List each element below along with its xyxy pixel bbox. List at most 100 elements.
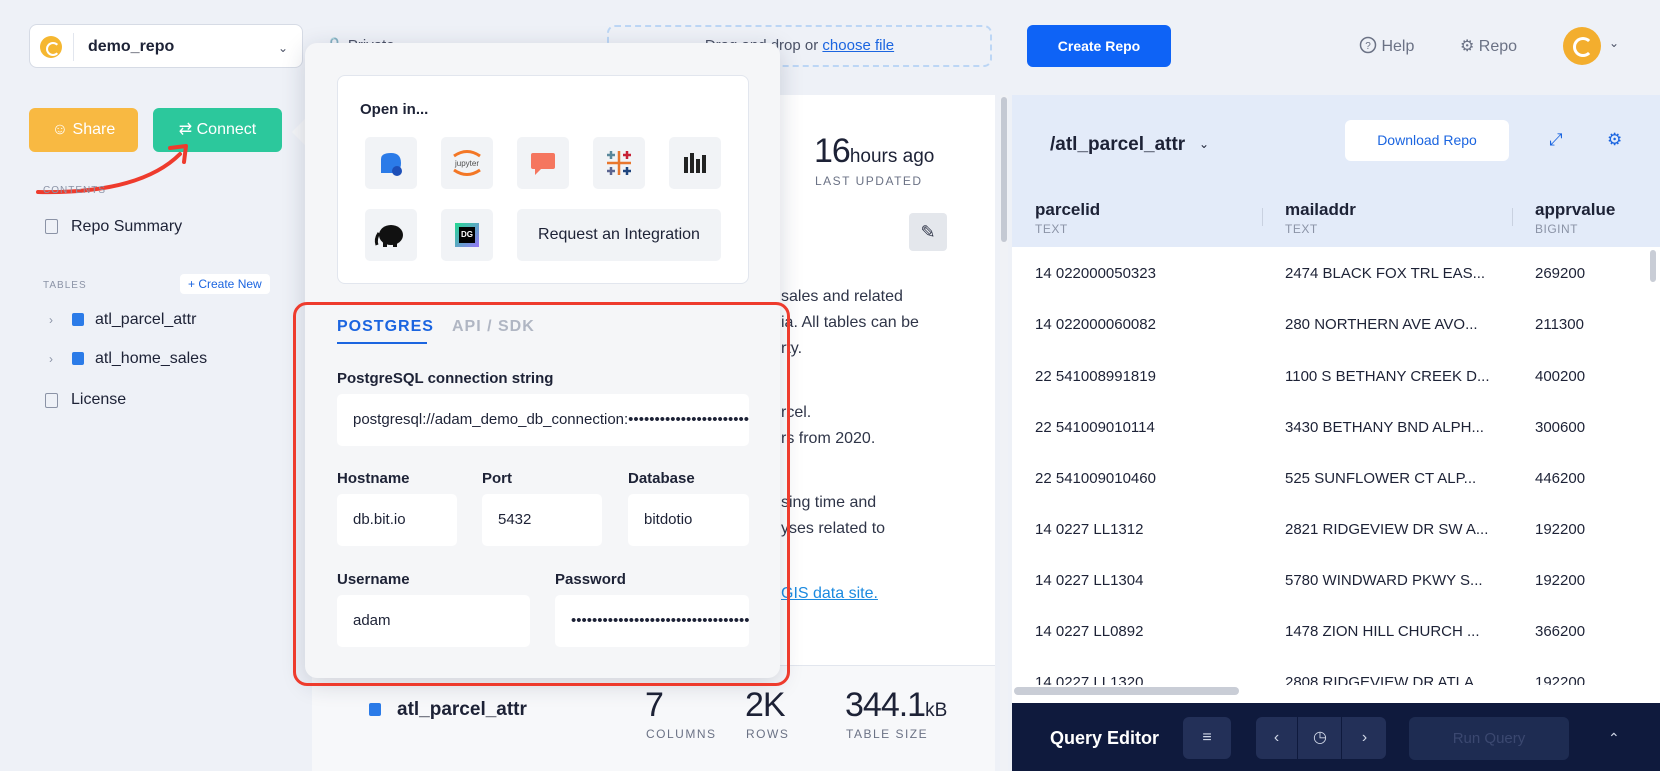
table-cell[interactable]: 211300 — [1535, 316, 1584, 333]
table-cell[interactable]: 3430 BETHANY BND ALPH... — [1285, 419, 1484, 436]
tableau-integration[interactable] — [593, 137, 645, 189]
repo-settings-link[interactable]: ⚙ Repo — [1460, 36, 1517, 56]
table-cell[interactable]: 14 0227 LL0892 — [1035, 623, 1143, 640]
last-updated-unit: hours ago — [849, 146, 935, 167]
description-line: yses related to — [781, 520, 886, 537]
powerbi-icon — [684, 153, 706, 173]
divider — [73, 33, 74, 61]
chevron-down-icon[interactable]: ⌄ — [1609, 36, 1619, 50]
edit-pencil-button[interactable]: ✎ — [909, 213, 947, 251]
horizontal-scrollbar[interactable] — [1014, 687, 1239, 695]
format-query-button[interactable]: ≡ — [1183, 717, 1231, 759]
card-size-value: 344.1 — [845, 686, 926, 724]
table-cell[interactable]: 22 541008991819 — [1035, 368, 1156, 385]
card-table-name[interactable]: atl_parcel_attr — [397, 699, 527, 721]
hex-integration[interactable] — [517, 137, 569, 189]
table-cell[interactable]: 366200 — [1535, 623, 1585, 640]
column-type: BIGINT — [1535, 222, 1579, 236]
last-updated-label: LAST UPDATED — [815, 174, 923, 188]
table-cell[interactable]: 269200 — [1535, 265, 1585, 282]
deepnote-integration[interactable] — [365, 137, 417, 189]
jupyter-integration[interactable]: jupyter — [441, 137, 493, 189]
table-cell[interactable]: 300600 — [1535, 419, 1585, 436]
powerbi-integration[interactable] — [669, 137, 721, 189]
column-type: TEXT — [1285, 222, 1318, 236]
table-cell[interactable]: 2821 RIDGEVIEW DR SW A... — [1285, 521, 1488, 538]
card-size-label: TABLE SIZE — [846, 727, 929, 741]
column-divider[interactable] — [1512, 208, 1513, 226]
center-scrollbar[interactable] — [1000, 95, 1008, 771]
table-cell[interactable]: 14 0227 LL1320 — [1035, 674, 1143, 685]
chevron-right-icon[interactable]: › — [49, 352, 53, 366]
user-icon: ☺ — [51, 121, 69, 138]
table-icon — [72, 313, 84, 326]
avatar[interactable] — [1563, 27, 1601, 65]
table-cell[interactable]: 22 541009010460 — [1035, 470, 1156, 487]
table-cell[interactable]: 1478 ZION HILL CHURCH ... — [1285, 623, 1480, 640]
share-label: Share — [72, 121, 116, 138]
scrollbar-thumb[interactable] — [1001, 97, 1007, 242]
vertical-scrollbar[interactable] — [1650, 250, 1656, 282]
request-integration-button[interactable]: Request an Integration — [517, 209, 721, 261]
chevron-up-icon[interactable]: ⌃ — [1608, 730, 1620, 747]
table-cell[interactable]: 2474 BLACK FOX TRL EAS... — [1285, 265, 1485, 282]
postgres-cli-integration[interactable] — [365, 209, 417, 261]
table-cell[interactable]: 192200 — [1535, 572, 1585, 589]
deepnote-icon — [381, 153, 402, 176]
table-icon — [72, 352, 84, 365]
table-cell[interactable]: 1100 S BETHANY CREEK D... — [1285, 368, 1490, 385]
table-cell[interactable]: 22 541009010114 — [1035, 419, 1155, 436]
sidebar-item-atl-parcel-attr[interactable]: atl_parcel_attr — [95, 311, 196, 329]
gis-data-link[interactable]: GIS data site. — [781, 585, 878, 603]
chevron-down-icon[interactable]: ⌄ — [1199, 137, 1209, 151]
chevron-right-icon[interactable]: › — [49, 313, 53, 327]
table-cell[interactable]: 2808 RIDGEVIEW DR ATLA... — [1285, 674, 1486, 685]
run-query-button[interactable]: Run Query — [1409, 717, 1569, 760]
card-size-stat: 344.1kB — [845, 686, 947, 725]
table-cell[interactable]: 192200 — [1535, 521, 1585, 538]
column-divider[interactable] — [1262, 208, 1263, 226]
table-body: 14 022000050323 2474 BLACK FOX TRL EAS..… — [1012, 247, 1648, 685]
help-label: Help — [1381, 38, 1415, 55]
query-editor-title[interactable]: Query Editor — [1050, 728, 1159, 749]
table-cell[interactable]: 14 0227 LL1312 — [1035, 521, 1143, 538]
card-rows-value: 2K — [745, 686, 786, 724]
gear-icon: ⚙ — [1460, 38, 1475, 55]
sidebar-item-license[interactable]: License — [71, 391, 126, 409]
tableau-icon — [607, 151, 631, 175]
help-link[interactable]: ? Help — [1359, 36, 1414, 56]
table-cell[interactable]: 400200 — [1535, 368, 1585, 385]
repo-name: demo_repo — [88, 38, 175, 55]
expand-icon[interactable]: ⤢ — [1549, 130, 1563, 150]
table-title[interactable]: /atl_parcel_attr — [1050, 134, 1185, 156]
settings-gear-icon[interactable]: ⚙ — [1607, 130, 1622, 150]
table-cell[interactable]: 446200 — [1535, 470, 1585, 487]
create-repo-button[interactable]: Create Repo — [1027, 25, 1171, 67]
table-cell[interactable]: 192200 — [1535, 674, 1585, 685]
table-cell[interactable]: 14 0227 LL1304 — [1035, 572, 1143, 589]
datagrip-integration[interactable]: DG — [441, 209, 493, 261]
sidebar-item-repo-summary[interactable]: Repo Summary — [71, 218, 182, 236]
previous-query-button[interactable]: ‹ — [1256, 717, 1298, 759]
column-header[interactable]: parcelid — [1035, 200, 1100, 220]
jupyter-icon: jupyter — [453, 150, 481, 176]
table-cell[interactable]: 14 022000050323 — [1035, 265, 1156, 282]
history-clock-icon[interactable]: ◷ — [1299, 717, 1342, 759]
next-query-button[interactable]: › — [1343, 717, 1386, 759]
download-repo-button[interactable]: Download Repo — [1345, 120, 1509, 161]
history-nav-group: ‹ ◷ › — [1256, 717, 1386, 759]
table-cell[interactable]: 14 022000060082 — [1035, 316, 1156, 333]
datagrip-icon: DG — [455, 223, 479, 247]
document-icon — [45, 393, 58, 408]
repo-selector[interactable]: demo_repo ⌄ — [29, 24, 303, 68]
column-header[interactable]: apprvalue — [1535, 200, 1615, 220]
column-header[interactable]: mailaddr — [1285, 200, 1356, 220]
table-cell[interactable]: 5780 WINDWARD PKWY S... — [1285, 572, 1483, 589]
table-cell[interactable]: 280 NORTHERN AVE AVO... — [1285, 316, 1478, 333]
table-cell[interactable]: 525 SUNFLOWER CT ALP... — [1285, 470, 1476, 487]
create-new-table-button[interactable]: + Create New — [180, 274, 270, 294]
choose-file-link[interactable]: choose file — [822, 37, 894, 54]
sidebar-item-atl-home-sales[interactable]: atl_home_sales — [95, 350, 207, 368]
description-line: rs from 2020. — [781, 430, 876, 447]
connect-label: Connect — [196, 121, 257, 138]
